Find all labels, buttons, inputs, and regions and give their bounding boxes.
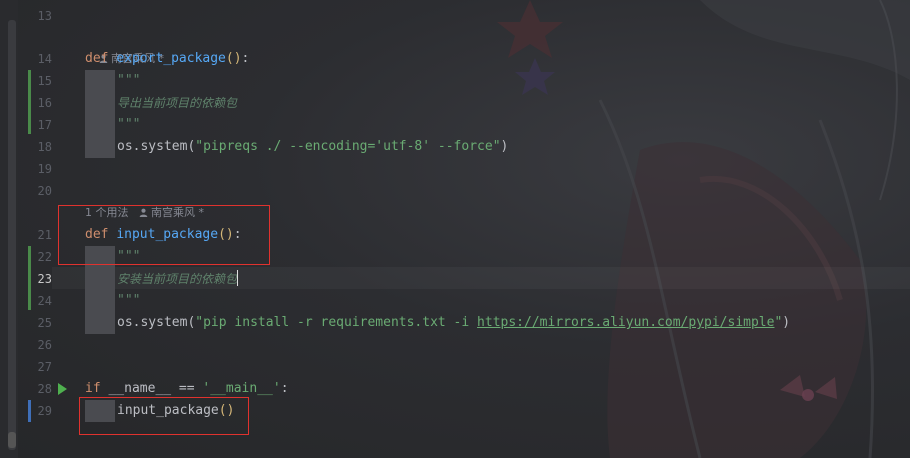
code-line-15[interactable]: """ <box>117 70 140 92</box>
line-number: 29 <box>37 404 52 418</box>
author-hint[interactable]: 南宫乘风 * <box>85 26 164 65</box>
keyword: def <box>85 51 109 66</box>
annotation-box <box>58 205 270 265</box>
text-caret <box>237 270 239 286</box>
line-number: 22 <box>37 250 52 264</box>
line-number: 28 <box>37 382 52 396</box>
line-number: 23 <box>37 272 52 286</box>
colon: : <box>280 381 289 396</box>
colon: : <box>241 51 250 66</box>
line-number: 14 <box>37 52 52 66</box>
function-name: export_package <box>116 51 226 66</box>
close-paren: ) <box>782 315 791 330</box>
scrollbar-thumb[interactable] <box>8 20 16 450</box>
code-line-17[interactable]: """ <box>117 114 140 136</box>
line-number: 25 <box>37 316 52 330</box>
parens: () <box>225 51 242 66</box>
run-icon[interactable] <box>58 383 67 395</box>
docstring-text: 导出当前项目的依赖包 <box>117 96 238 110</box>
docstring: """ <box>117 293 141 308</box>
line-number: 18 <box>37 140 52 154</box>
code-line-23[interactable]: 安装当前项目的依赖包 <box>117 268 239 290</box>
line-number: 13 <box>37 9 52 23</box>
expression: __name__ == <box>100 381 203 396</box>
keyword: if <box>85 381 101 396</box>
string: "pipreqs ./ --encoding='utf-8' --force" <box>195 139 501 154</box>
string: '__main__' <box>202 381 281 396</box>
call: os.system( <box>117 315 196 330</box>
url-link[interactable]: https://mirrors.aliyun.com/pypi/simple <box>477 315 774 330</box>
docstring-text: 安装当前项目的依赖包 <box>117 272 238 286</box>
line-number: 21 <box>37 228 52 242</box>
close-paren: ) <box>500 139 509 154</box>
code-line-14[interactable]: def export_package(): <box>85 48 249 70</box>
annotation-box <box>79 397 249 435</box>
string: "pip install -r requirements.txt -i <box>195 315 478 330</box>
code-line-25[interactable]: os.system("pip install -r requirements.t… <box>117 312 790 334</box>
call: os.system( <box>117 139 196 154</box>
line-number: 24 <box>37 294 52 308</box>
line-number: 20 <box>37 184 52 198</box>
line-number: 19 <box>37 162 52 176</box>
scrollbar-thumb-bottom[interactable] <box>8 432 16 448</box>
line-number: 26 <box>37 338 52 352</box>
code-editor[interactable]: 13 14 15 16 17 18 19 20 21 22 23 24 25 2… <box>0 0 910 458</box>
code-line-18[interactable]: os.system("pipreqs ./ --encoding='utf-8'… <box>117 136 508 158</box>
line-number: 27 <box>37 360 52 374</box>
docstring: """ <box>117 117 141 132</box>
code-line-16[interactable]: 导出当前项目的依赖包 <box>117 92 237 114</box>
line-number: 17 <box>37 118 52 132</box>
docstring: """ <box>117 73 141 88</box>
line-number: 15 <box>37 74 52 88</box>
code-line-24[interactable]: """ <box>117 290 140 312</box>
line-number: 16 <box>37 96 52 110</box>
